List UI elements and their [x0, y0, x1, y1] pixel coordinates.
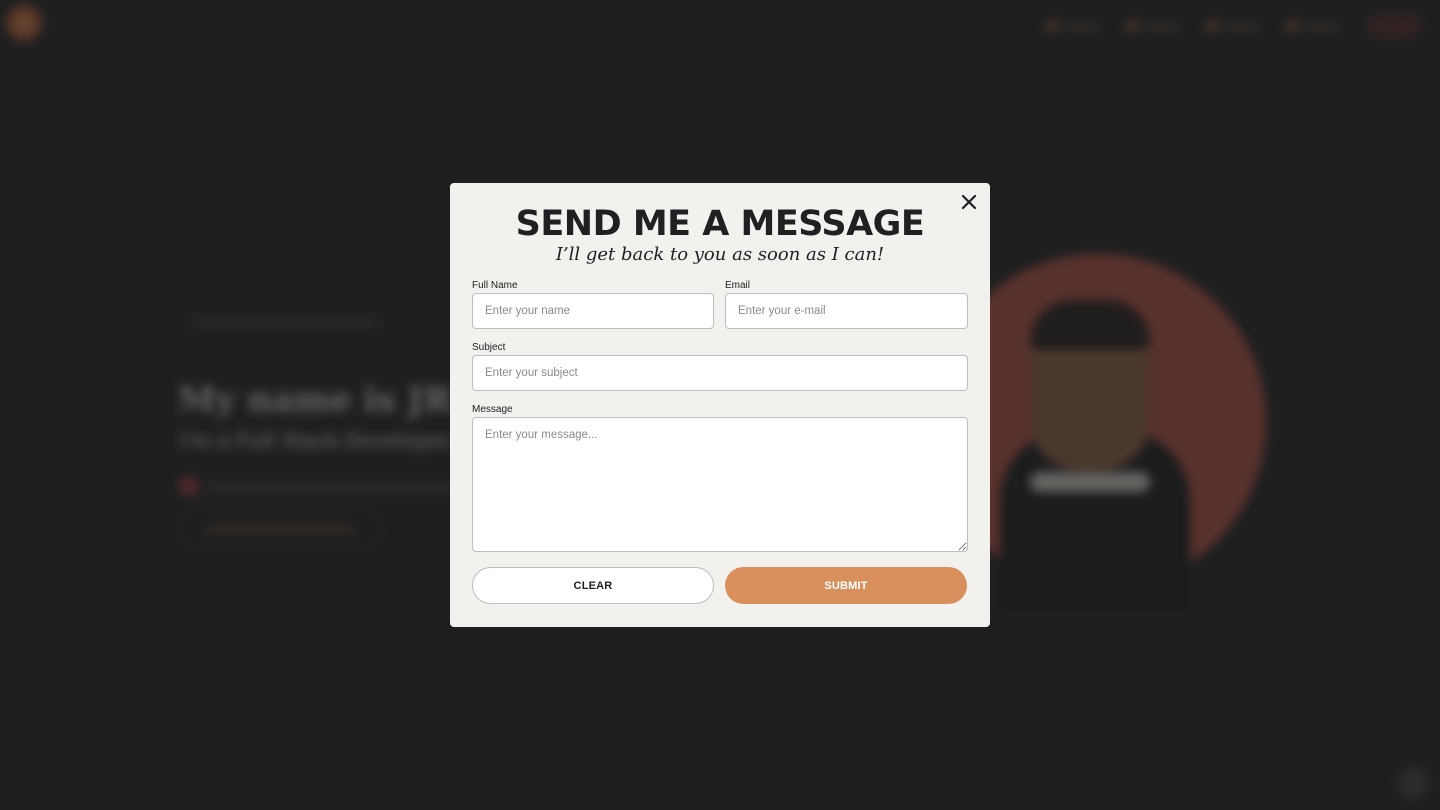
page: My name is JR Rol I'm a Full Stack Devel… — [0, 0, 1440, 810]
message-label: Message — [472, 404, 513, 415]
contact-modal: SEND ME A MESSAGE I’ll get back to you a… — [450, 183, 990, 627]
email-label: Email — [725, 280, 751, 291]
subject-label: Subject — [472, 342, 506, 353]
full-name-input[interactable] — [472, 293, 714, 329]
message-textarea[interactable] — [472, 417, 968, 552]
modal-title: SEND ME A MESSAGE — [515, 204, 925, 244]
clear-button[interactable]: CLEAR — [472, 567, 714, 604]
full-name-label: Full Name — [472, 280, 518, 291]
email-input[interactable] — [725, 293, 968, 329]
modal-subtitle: I’ll get back to you as soon as I can! — [555, 244, 885, 265]
submit-button[interactable]: SUBMIT — [725, 567, 967, 604]
subject-input[interactable] — [472, 355, 968, 391]
